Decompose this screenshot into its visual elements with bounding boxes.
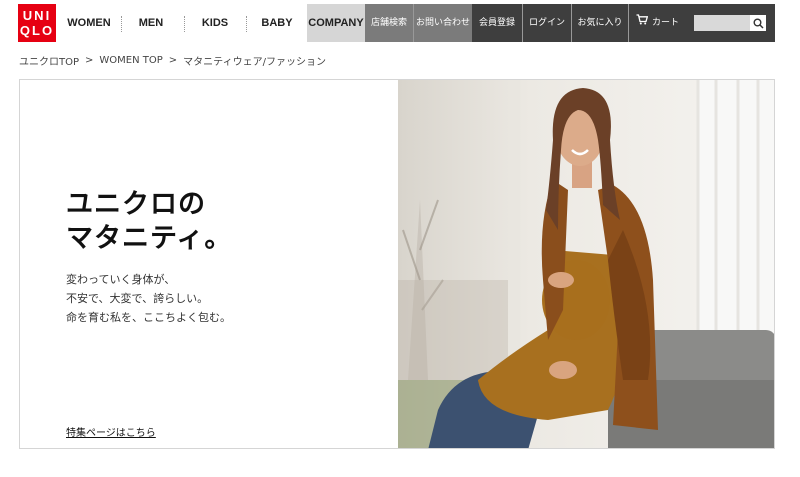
nav-divider (121, 16, 122, 32)
breadcrumb: ユニクロTOP > WOMEN TOP > マタニティウェア/ファッション (19, 51, 326, 69)
search-button[interactable] (750, 15, 766, 31)
register-link[interactable]: 会員登録 (472, 4, 522, 42)
breadcrumb-separator: > (168, 54, 178, 66)
banner-title-line-2: マタニティ。 (66, 223, 233, 254)
logo-line-2: QLO (19, 23, 55, 38)
banner-title-line-1: ユニクロの (66, 189, 206, 220)
uniqlo-logo[interactable]: UNI QLO (18, 4, 56, 42)
cart-icon (636, 4, 649, 42)
maternity-model-photo (398, 80, 774, 448)
maternity-banner[interactable]: ユニクロの マタニティ。 変わっていく身体が、 不安で、大変で、誇らしい。 命を… (19, 79, 775, 449)
logo-line-1: UNI (22, 8, 52, 23)
login-link[interactable]: ログイン (523, 4, 571, 42)
banner-copy-line-1: 変わっていく身体が、 (66, 273, 176, 286)
nav-women[interactable]: WOMEN (64, 4, 114, 42)
breadcrumb-separator: > (85, 54, 94, 66)
cart-label: カート (651, 18, 679, 28)
site-header: UNI QLO WOMEN MEN KIDS BABY COMPANY 店舗検索… (0, 0, 800, 45)
banner-copy-line-3: 命を育む私を、ここちよく包む。 (66, 311, 231, 324)
nav-men[interactable]: MEN (130, 4, 172, 42)
breadcrumb-home[interactable]: ユニクロTOP (19, 53, 79, 68)
nav-baby[interactable]: BABY (256, 4, 298, 42)
favorites-link[interactable]: お気に入り (572, 4, 628, 42)
nav-company[interactable]: COMPANY (307, 4, 365, 42)
search-icon (753, 14, 764, 33)
banner-copy-line-2: 不安で、大変で、誇らしい。 (66, 292, 209, 305)
breadcrumb-current: マタニティウェア/ファッション (183, 56, 326, 68)
contact-link[interactable]: お問い合わせ (414, 4, 472, 42)
store-search-link[interactable]: 店舗検索 (365, 4, 413, 42)
cart-link[interactable]: カート (629, 4, 686, 42)
banner-copy: 変わっていく身体が、 不安で、大変で、誇らしい。 命を育む私を、ここちよく包む。 (66, 270, 231, 327)
nav-divider (246, 16, 247, 32)
banner-title: ユニクロの マタニティ。 (66, 188, 232, 256)
feature-page-link[interactable]: 特集ページはこちら (66, 424, 156, 439)
search-input[interactable] (694, 15, 752, 31)
nav-divider (184, 16, 185, 32)
nav-kids[interactable]: KIDS (194, 4, 236, 42)
breadcrumb-women-top[interactable]: WOMEN TOP (99, 55, 162, 66)
